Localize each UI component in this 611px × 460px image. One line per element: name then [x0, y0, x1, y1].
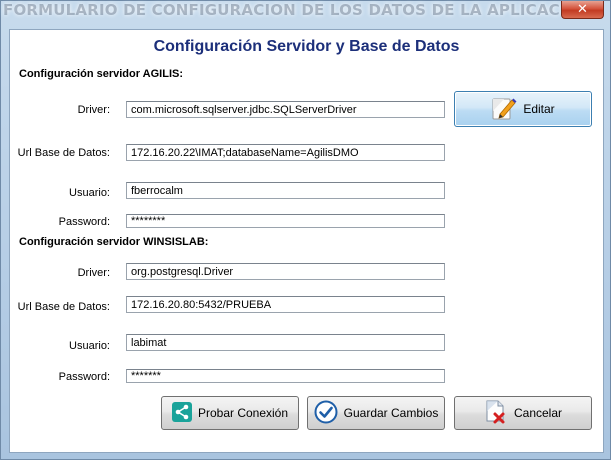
page-title: Configuración Servidor y Base de Datos [153, 38, 460, 55]
section-title-agilis: Configuración servidor AGILIS: [19, 68, 183, 80]
cancel-button[interactable]: Cancelar [454, 396, 592, 430]
agilis-url-label: Url Base de Datos: [17, 147, 110, 159]
agilis-password-field[interactable]: ******** [126, 214, 445, 228]
window-title: FORMULARIO DE CONFIGURACION DE LOS DATOS… [3, 1, 592, 19]
winsislab-user-label: Usuario: [69, 340, 110, 352]
checkmark-icon [314, 400, 338, 427]
agilis-user-field[interactable]: fberrocalm [126, 182, 445, 199]
winsislab-driver-field[interactable]: org.postgresql.Driver [126, 263, 445, 280]
section-title-winsislab: Configuración servidor WINSISLAB: [19, 236, 209, 248]
test-connection-button[interactable]: Probar Conexión [161, 396, 299, 430]
test-connection-label: Probar Conexión [197, 406, 289, 420]
edit-button-label: Editar [523, 102, 555, 116]
agilis-driver-field[interactable]: com.microsoft.sqlserver.jdbc.SQLServerDr… [126, 101, 445, 118]
save-changes-button[interactable]: Guardar Cambios [307, 396, 445, 430]
agilis-user-label: Usuario: [69, 187, 110, 199]
form-panel: Configuración Servidor y Base de Datos C… [9, 29, 604, 453]
dialog-window: FORMULARIO DE CONFIGURACION DE LOS DATOS… [0, 0, 611, 460]
winsislab-password-field[interactable]: ******* [126, 369, 445, 383]
edit-button[interactable]: Editar [454, 91, 592, 127]
agilis-password-label: Password: [58, 216, 110, 228]
close-icon: ✕ [577, 2, 588, 17]
winsislab-url-label: Url Base de Datos: [17, 301, 110, 313]
agilis-url-field[interactable]: 172.16.20.22\IMAT;databaseName=AgilisDMO [126, 144, 445, 161]
share-icon [171, 401, 192, 425]
save-changes-label: Guardar Cambios [343, 406, 439, 420]
winsislab-driver-label: Driver: [77, 267, 110, 279]
title-bar[interactable]: FORMULARIO DE CONFIGURACION DE LOS DATOS… [1, 1, 610, 23]
cancel-label: Cancelar [513, 406, 563, 420]
winsislab-url-field[interactable]: 172.16.20.80:5432/PRUEBA [126, 296, 445, 313]
close-button[interactable]: ✕ [561, 1, 604, 19]
winsislab-password-label: Password: [58, 371, 110, 383]
winsislab-user-field[interactable]: labimat [126, 334, 445, 351]
edit-pencil-icon [491, 95, 517, 124]
document-cancel-icon [484, 399, 508, 428]
agilis-driver-label: Driver: [77, 104, 110, 116]
